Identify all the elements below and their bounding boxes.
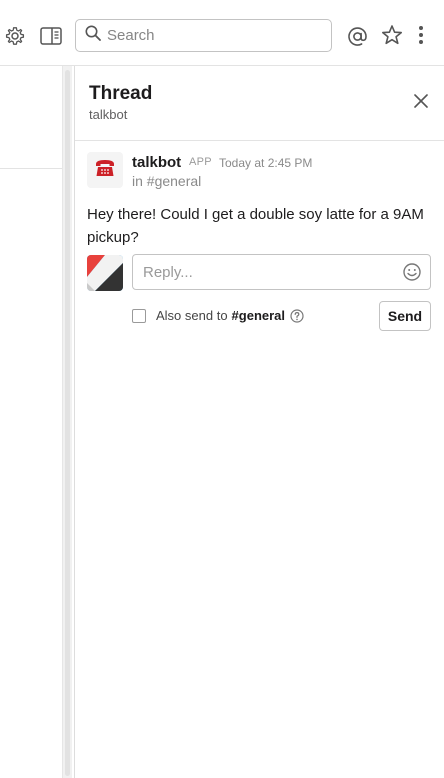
- sidebar-toggle-icon[interactable]: [38, 23, 64, 49]
- more-vertical-icon[interactable]: [412, 22, 430, 48]
- message-timestamp[interactable]: Today at 2:45 PM: [219, 156, 312, 170]
- at-icon[interactable]: [344, 23, 370, 49]
- top-bar: [0, 0, 444, 66]
- message-text: Hey there! Could I get a double soy latt…: [87, 206, 424, 246]
- also-send-checkbox[interactable]: [132, 308, 146, 323]
- message-channel[interactable]: in #general: [132, 173, 201, 189]
- channel-pane: [0, 66, 62, 778]
- telephone-icon: [93, 156, 117, 185]
- close-icon[interactable]: [411, 91, 431, 111]
- thread-panel: Thread talkbot talkbot APP Today at 2:45…: [74, 66, 444, 778]
- scrollbar[interactable]: [62, 66, 72, 778]
- send-button[interactable]: Send: [379, 301, 431, 331]
- thread-subtitle: talkbot: [89, 107, 128, 122]
- also-send-channel: #general: [231, 308, 286, 323]
- scrollbar-thumb[interactable]: [65, 70, 70, 776]
- thread-header: Thread talkbot: [75, 66, 444, 141]
- gear-icon[interactable]: [2, 23, 28, 49]
- search-bar[interactable]: [75, 19, 332, 52]
- message-author[interactable]: talkbot: [132, 154, 181, 171]
- bot-avatar[interactable]: [87, 152, 123, 188]
- also-send-label: Also send to: [156, 308, 228, 323]
- divider: [0, 168, 62, 169]
- emoji-icon[interactable]: [402, 262, 422, 282]
- app-badge: APP: [189, 156, 212, 168]
- search-input[interactable]: [107, 27, 307, 44]
- help-icon[interactable]: [290, 308, 304, 323]
- reply-input[interactable]: [143, 263, 393, 281]
- avatar[interactable]: [87, 255, 123, 291]
- thread-title: Thread: [89, 83, 153, 104]
- search-icon: [85, 25, 101, 46]
- star-icon[interactable]: [379, 22, 405, 48]
- also-send-option[interactable]: Also send to #general: [132, 308, 304, 323]
- reply-composer[interactable]: [132, 254, 431, 290]
